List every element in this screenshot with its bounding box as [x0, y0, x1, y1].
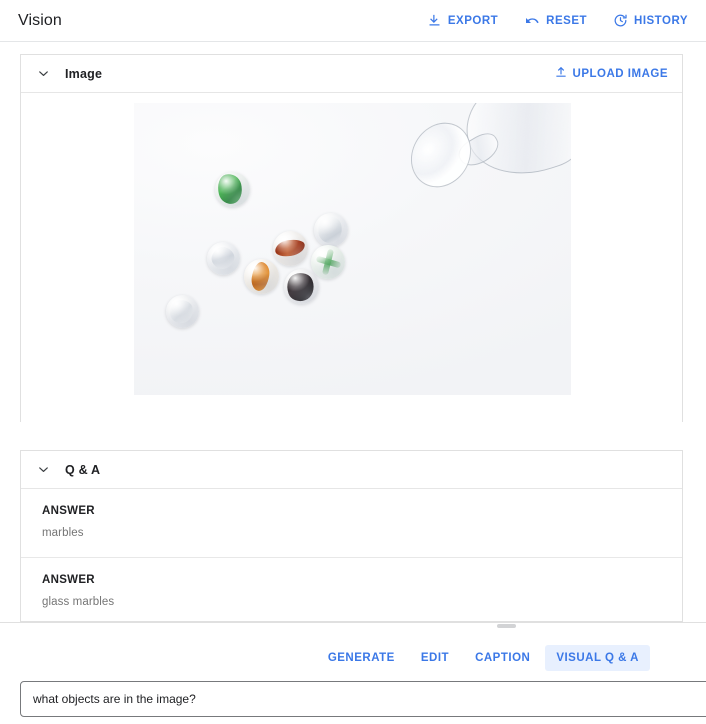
marble-black: [284, 269, 319, 304]
marble-orange-swirl: [244, 259, 279, 294]
image-panel-header: Image UPLOAD IMAGE: [21, 55, 682, 93]
marble-green: [215, 172, 250, 207]
qa-answer-value: glass marbles: [42, 596, 115, 608]
marble-white-swirl: [314, 213, 348, 247]
download-icon: [427, 13, 442, 28]
prompt-input-container[interactable]: [20, 681, 706, 717]
history-clock-icon: [613, 13, 628, 28]
qa-panel-title: Q & A: [65, 462, 101, 477]
tab-edit[interactable]: EDIT: [410, 645, 460, 671]
qa-answer-row: ANSWER glass marbles: [21, 558, 682, 621]
tab-visual-qa[interactable]: VISUAL Q & A: [545, 645, 650, 671]
image-panel: Image UPLOAD IMAGE: [20, 54, 683, 422]
reset-button-label: RESET: [546, 14, 588, 27]
image-preview-area: [21, 93, 682, 422]
tab-caption[interactable]: CAPTION: [464, 645, 541, 671]
tab-generate[interactable]: GENERATE: [317, 645, 406, 671]
qa-answer-row: ANSWER marbles: [21, 489, 682, 558]
qa-answer-value: marbles: [42, 527, 84, 539]
upload-icon: [554, 65, 568, 82]
qa-panel: Q & A ANSWER marbles ANSWER glass marble…: [20, 450, 683, 622]
undo-icon: [524, 13, 540, 29]
glass-goblet: [401, 103, 571, 217]
header-actions: EXPORT RESET HISTORY: [425, 9, 690, 33]
marble-white-bottom: [166, 295, 199, 328]
reset-button[interactable]: RESET: [522, 9, 589, 33]
marble-green-cross: [311, 245, 345, 279]
marble-red-swirl: [273, 231, 308, 266]
panel-divider: [0, 622, 706, 623]
qa-panel-header: Q & A: [21, 451, 682, 489]
panel-resize-handle[interactable]: [497, 624, 516, 628]
chevron-down-icon[interactable]: [21, 66, 65, 81]
prompt-input[interactable]: [21, 682, 706, 716]
upload-image-label: UPLOAD IMAGE: [572, 67, 668, 80]
marble-clear-left: [207, 242, 240, 275]
app-header: Vision EXPORT RESET HISTORY: [0, 0, 706, 42]
history-button-label: HISTORY: [634, 14, 688, 27]
uploaded-photo[interactable]: [134, 103, 571, 395]
export-button[interactable]: EXPORT: [425, 9, 500, 32]
export-button-label: EXPORT: [447, 14, 499, 27]
image-panel-title: Image: [65, 66, 103, 81]
mode-tab-bar: GENERATE EDIT CAPTION VISUAL Q & A: [0, 642, 706, 674]
qa-answer-label: ANSWER: [42, 574, 95, 586]
vision-app-window: Vision EXPORT RESET HISTORY Image UPLOAD…: [0, 0, 706, 724]
qa-answer-label: ANSWER: [42, 505, 95, 517]
upload-image-button[interactable]: UPLOAD IMAGE: [554, 65, 668, 82]
chevron-down-icon[interactable]: [21, 462, 65, 477]
history-button[interactable]: HISTORY: [611, 9, 690, 32]
page-title: Vision: [18, 11, 62, 29]
